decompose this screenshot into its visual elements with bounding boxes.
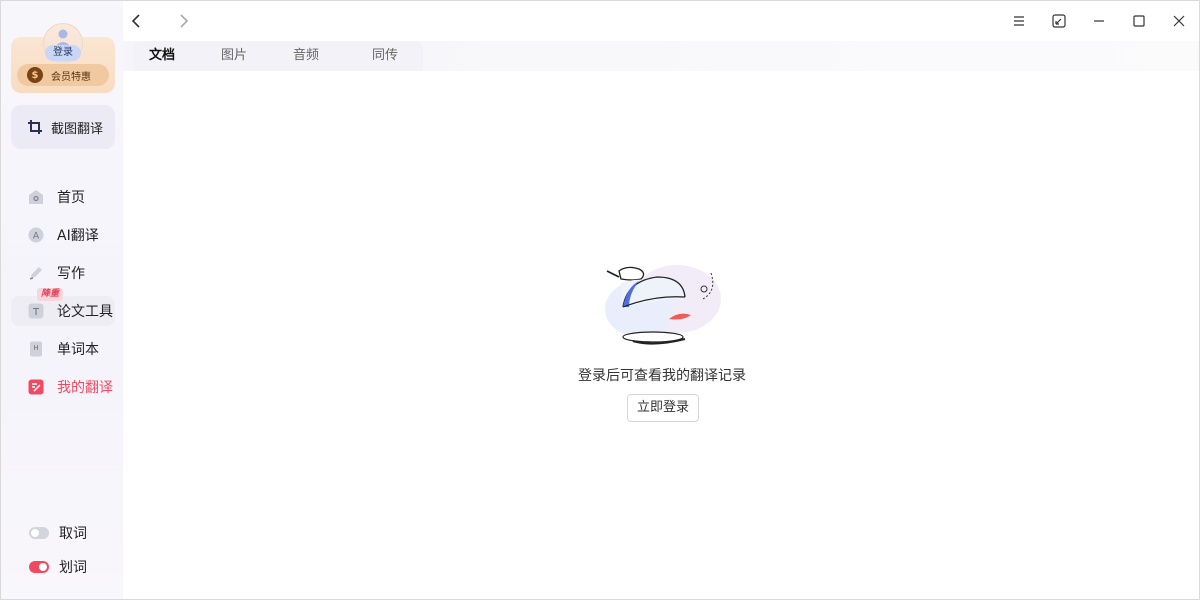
chevron-right-icon [180,14,189,28]
text-icon: T [27,302,45,320]
sidebar-item-my-translations[interactable]: 我的翻译 [11,372,115,402]
minimize-button[interactable] [1079,1,1119,41]
login-now-button[interactable]: 立即登录 [627,394,699,422]
sidebar-item-label: 首页 [57,190,85,206]
my-translation-icon [27,378,45,396]
empty-state-message: 登录后可查看我的翻译记录 [578,368,746,384]
svg-text:T: T [32,307,40,318]
sidebar-item-ai-translate[interactable]: A AI翻译 [11,220,115,250]
sidebar-item-label: AI翻译 [57,228,99,244]
word-pick-switch[interactable] [29,527,49,539]
sidebar-item-paper-tools[interactable]: 降重 T 论文工具 [11,288,115,326]
mini-mode-button[interactable] [1039,1,1079,41]
word-pick-label: 取词 [59,526,87,542]
main-content: 登录后可查看我的翻译记录 立即登录 [123,71,1199,599]
tab-images[interactable]: 图片 [221,41,247,71]
close-icon [1173,15,1185,27]
home-icon [27,188,45,206]
dedup-badge: 降重 [37,288,64,301]
screenshot-translate-label: 截图翻译 [51,121,104,137]
forward-button[interactable] [171,9,195,33]
vip-offer-button[interactable]: $ 会员特惠 [17,64,109,86]
chevron-left-icon [131,14,140,28]
close-button[interactable] [1159,1,1199,41]
sidebar-item-writing[interactable]: 写作 [11,258,115,288]
sidebar-item-wordbook[interactable]: H 单词本 [11,334,115,364]
vip-icon: $ [27,67,43,83]
svg-text:H: H [33,344,38,352]
selection-translate-switch[interactable] [29,561,49,573]
svg-text:A: A [33,232,40,242]
sidebar-item-home[interactable]: 首页 [11,182,115,212]
mini-window-icon [1052,14,1066,28]
tab-bar: 文档 图片 音频 同传 [123,41,1199,71]
empty-state-illustration [599,251,729,351]
app-window: 登录 $ 会员特惠 截图翻译 首页 A AI翻译 写作 降重 T 论文工具 H … [0,0,1200,600]
maximize-icon [1133,15,1145,27]
screenshot-translate-button[interactable]: 截图翻译 [11,105,115,149]
tab-documents[interactable]: 文档 [149,41,175,71]
ai-icon: A [27,226,45,244]
sidebar: 登录 $ 会员特惠 截图翻译 首页 A AI翻译 写作 降重 T 论文工具 H … [1,1,123,599]
tab-audio[interactable]: 音频 [293,41,319,71]
word-pick-toggle[interactable]: 取词 [11,520,115,546]
sidebar-item-label: 论文工具 [57,304,113,320]
sidebar-item-label: 我的翻译 [57,380,113,396]
vip-label: 会员特惠 [51,71,91,83]
window-controls [999,1,1199,41]
back-button[interactable] [125,9,149,33]
login-label[interactable]: 登录 [45,45,81,61]
minimize-icon [1094,20,1104,22]
pen-icon [27,264,45,282]
sidebar-item-label: 单词本 [57,342,99,358]
menu-icon [1014,16,1024,26]
sidebar-item-label: 写作 [57,266,85,282]
selection-translate-label: 划词 [59,560,87,576]
history-nav [123,1,195,41]
tab-simultaneous[interactable]: 同传 [372,41,398,71]
selection-translate-toggle[interactable]: 划词 [11,554,115,580]
maximize-button[interactable] [1119,1,1159,41]
menu-button[interactable] [999,1,1039,41]
crop-icon [28,120,42,134]
wordbook-icon: H [27,340,45,358]
